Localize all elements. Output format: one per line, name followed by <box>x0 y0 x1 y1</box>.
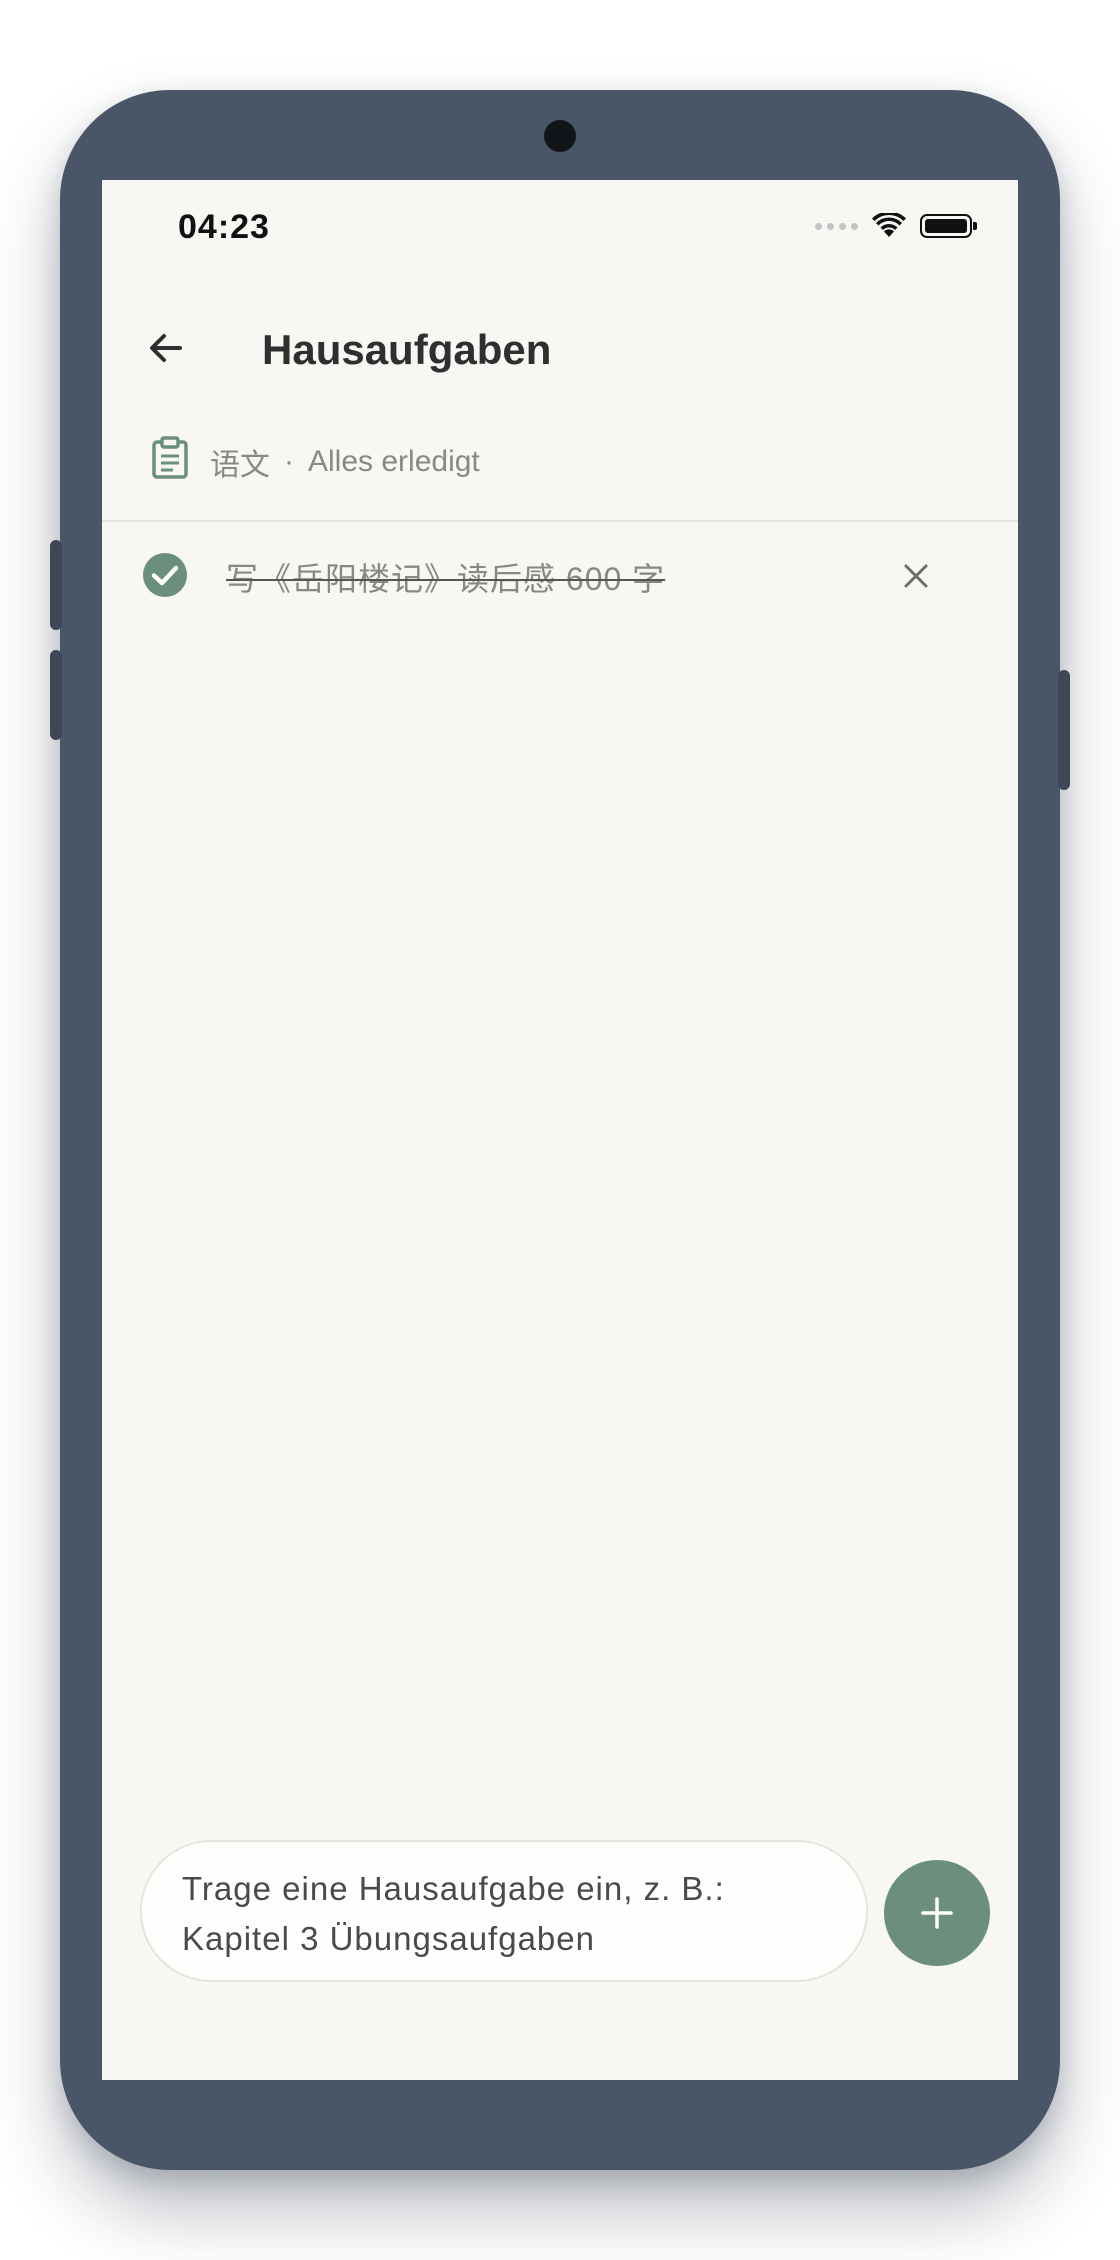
signal-dots-icon <box>815 222 858 230</box>
plus-icon <box>921 1897 953 1929</box>
task-item: 写《岳阳楼记》读后感 600 字 <box>102 522 1018 630</box>
phone-frame: 04:23 Hausaufgaben 语文 · Alles erledigt 写… <box>50 90 1070 2170</box>
app-header: Hausaufgaben <box>102 276 1018 416</box>
screen: 04:23 Hausaufgaben 语文 · Alles erledigt 写… <box>102 180 1018 2080</box>
clipboard-icon <box>152 436 188 479</box>
back-button[interactable] <box>138 320 194 376</box>
status-icons <box>815 210 977 242</box>
front-camera <box>544 120 576 152</box>
volume-up-button <box>50 540 62 630</box>
add-button[interactable] <box>884 1860 990 1966</box>
stage: 04:23 Hausaufgaben 语文 · Alles erledigt 写… <box>0 0 1120 2260</box>
subject-separator: · <box>284 445 294 478</box>
check-circle-icon[interactable] <box>142 552 188 598</box>
volume-down-button <box>50 650 62 740</box>
status-time: 04:23 <box>178 208 270 246</box>
homework-input[interactable]: Trage eine Hausaufgabe ein, z. B.: Kapit… <box>140 1840 868 1982</box>
subject-name: 语文 <box>210 449 270 482</box>
subject-status: Alles erledigt <box>308 445 480 478</box>
power-button <box>1058 670 1070 790</box>
task-list: 写《岳阳楼记》读后感 600 字 <box>102 522 1018 630</box>
subject-summary: 语文 · Alles erledigt <box>210 440 480 484</box>
subject-row: 语文 · Alles erledigt <box>102 416 1018 522</box>
close-icon[interactable] <box>896 556 936 596</box>
arrow-left-icon <box>150 334 182 362</box>
task-text: 写《岳阳楼记》读后感 600 字 <box>226 561 666 597</box>
status-bar: 04:23 <box>102 180 1018 276</box>
wifi-icon <box>872 213 906 237</box>
page-title: Hausaufgaben <box>262 326 552 373</box>
battery-icon <box>920 214 977 238</box>
